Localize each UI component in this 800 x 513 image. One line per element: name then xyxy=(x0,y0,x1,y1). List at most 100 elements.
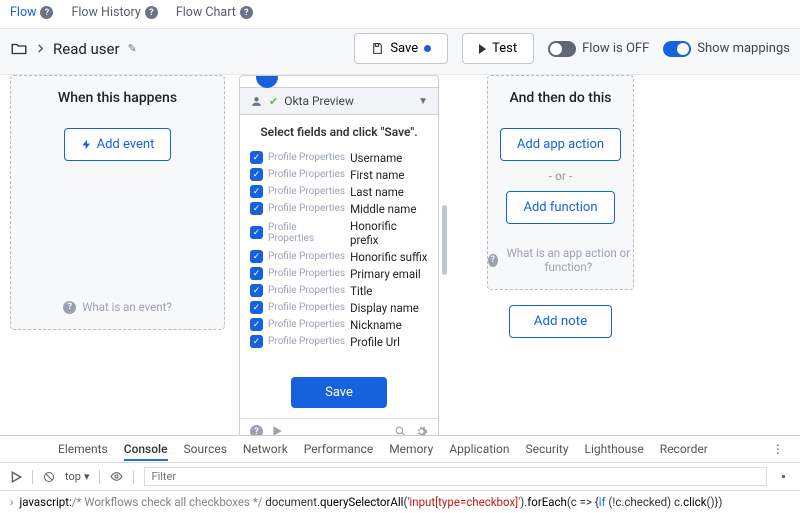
bolt-icon xyxy=(81,139,92,150)
checkbox[interactable] xyxy=(250,168,263,181)
help-icon[interactable]: ? xyxy=(240,6,253,19)
devtools-tabs: Elements Console Sources Network Performance… xyxy=(0,436,800,463)
field-name: Profile Url xyxy=(350,335,400,349)
mappings-label: Show mappings xyxy=(697,41,790,56)
center-column: ✔ Okta Preview ▼ Select fields and click… xyxy=(239,75,439,445)
save-label: Save xyxy=(390,41,418,56)
devtools-tab-performance[interactable]: Performance xyxy=(304,442,373,456)
action-help-label: What is an app action or function? xyxy=(504,246,633,274)
field-row[interactable]: Profile PropertiesTitle xyxy=(250,282,428,299)
console-line[interactable]: › javascript:/* Workflows check all chec… xyxy=(0,491,800,513)
checkbox[interactable] xyxy=(250,202,263,215)
right-column: And then do this Add app action - or - A… xyxy=(453,75,668,445)
field-category: Profile Properties xyxy=(268,336,345,347)
add-event-label: Add event xyxy=(97,137,155,152)
pencil-icon[interactable]: ✎ xyxy=(128,42,137,55)
devtools-tab-lighthouse[interactable]: Lighthouse xyxy=(585,442,644,456)
field-name: Title xyxy=(350,284,372,298)
save-button[interactable]: Save xyxy=(354,33,448,64)
field-row[interactable]: Profile Properties Nickname xyxy=(250,316,428,333)
devtools-tab-console[interactable]: Console xyxy=(124,442,168,461)
main: When this happens Add event ? What is an… xyxy=(0,75,800,445)
add-event-button[interactable]: Add event xyxy=(64,128,172,161)
eye-icon[interactable] xyxy=(110,470,123,483)
test-button[interactable]: Test xyxy=(462,33,534,64)
flow-toggle[interactable] xyxy=(548,41,576,57)
field-row[interactable]: Profile Properties Profile Url xyxy=(250,333,428,350)
field-row[interactable]: Profile PropertiesMiddle name xyxy=(250,200,428,217)
flow-status-label: Flow is OFF xyxy=(582,41,649,56)
checkbox[interactable] xyxy=(250,185,263,198)
separator xyxy=(32,470,33,484)
field-name: Honorific suffix xyxy=(350,250,427,264)
field-name: Middle name xyxy=(350,202,416,216)
gear-icon[interactable] xyxy=(777,470,790,483)
code-comment: /* Workflows check all checkboxes */ xyxy=(72,495,263,509)
flow-title: Read user xyxy=(53,40,120,58)
devtools-tab-sources[interactable]: Sources xyxy=(184,442,227,456)
user-icon xyxy=(250,95,263,108)
checkbox[interactable] xyxy=(250,318,263,331)
devtools-tab-security[interactable]: Security xyxy=(526,442,569,456)
checkbox[interactable] xyxy=(250,284,263,297)
card-header-strip xyxy=(240,76,438,88)
checkbox[interactable] xyxy=(250,301,263,314)
field-category: Profile Properties xyxy=(268,319,345,330)
tab-flow[interactable]: Flow? xyxy=(10,5,53,20)
action-help[interactable]: ? What is an app action or function? xyxy=(488,246,633,274)
field-row[interactable]: Profile PropertiesHonorific prefix xyxy=(250,217,428,248)
tab-chart[interactable]: Flow Chart? xyxy=(176,5,253,20)
checkbox[interactable] xyxy=(250,267,263,280)
help-icon[interactable]: ? xyxy=(40,6,53,19)
field-row[interactable]: Profile PropertiesLast name xyxy=(250,183,428,200)
folder-icon[interactable] xyxy=(10,40,28,58)
field-row[interactable]: Profile PropertiesPrimary email xyxy=(250,265,428,282)
context-select[interactable]: top ▾ xyxy=(65,470,89,483)
help-icon: ? xyxy=(63,301,76,314)
help-icon[interactable]: ? xyxy=(145,6,158,19)
toolbar-right: Save Test Flow is OFF Show mappings xyxy=(354,33,790,64)
trigger-help[interactable]: ? What is an event? xyxy=(11,300,224,314)
kebab-icon[interactable]: ⋮ xyxy=(772,442,784,456)
devtools-tab-application[interactable]: Application xyxy=(449,442,509,456)
field-row[interactable]: Profile Properties First name xyxy=(250,166,428,183)
save-fields-button[interactable]: Save xyxy=(291,377,387,408)
mappings-toggle[interactable] xyxy=(663,41,691,57)
check-icon: ✔ xyxy=(269,95,278,108)
tab-history[interactable]: Flow History? xyxy=(71,5,157,20)
tab-flow-label: Flow xyxy=(10,5,36,20)
devtools-subtoolbar: top ▾ xyxy=(0,463,800,491)
field-row[interactable]: Profile PropertiesUsername xyxy=(250,149,428,166)
devtools-tab-memory[interactable]: Memory xyxy=(389,442,433,456)
field-name: Nickname xyxy=(350,318,402,332)
checkbox[interactable] xyxy=(250,151,263,164)
play-icon[interactable] xyxy=(10,471,22,483)
scrollbar[interactable] xyxy=(442,205,447,275)
field-category: Profile Properties xyxy=(268,302,345,313)
field-category: Profile Properties xyxy=(268,169,345,180)
toolbar-left: Read user ✎ xyxy=(10,40,137,58)
action-panel: And then do this Add app action - or - A… xyxy=(487,75,634,290)
checkbox[interactable] xyxy=(250,335,263,348)
toolbar: Read user ✎ Save Test Flow is OFF Show m… xyxy=(0,28,800,75)
filter-input[interactable] xyxy=(144,467,767,486)
field-list[interactable]: Profile PropertiesUsernameProfile Proper… xyxy=(240,147,438,367)
checkbox[interactable] xyxy=(250,250,263,263)
clear-icon[interactable] xyxy=(43,471,55,483)
add-app-action-button[interactable]: Add app action xyxy=(500,128,621,161)
devtools-tab-recorder[interactable]: Recorder xyxy=(660,442,708,456)
devtools-tab-elements[interactable]: Elements xyxy=(58,442,108,456)
action-title: And then do this xyxy=(509,90,611,106)
checkbox[interactable] xyxy=(250,226,263,239)
field-category: Profile Properties xyxy=(268,251,345,262)
connection-select[interactable]: ✔ Okta Preview ▼ xyxy=(240,88,438,115)
field-row[interactable]: Profile PropertiesDisplay name xyxy=(250,299,428,316)
field-name: First name xyxy=(350,168,404,182)
add-note-button[interactable]: Add note xyxy=(509,305,612,338)
add-function-button[interactable]: Add function xyxy=(506,191,614,224)
chevron-down-icon: ▼ xyxy=(418,96,428,107)
tab-chart-label: Flow Chart xyxy=(176,5,236,20)
or-label: - or - xyxy=(549,169,573,183)
field-row[interactable]: Profile Properties Honorific suffix xyxy=(250,248,428,265)
devtools-tab-network[interactable]: Network xyxy=(243,442,288,456)
